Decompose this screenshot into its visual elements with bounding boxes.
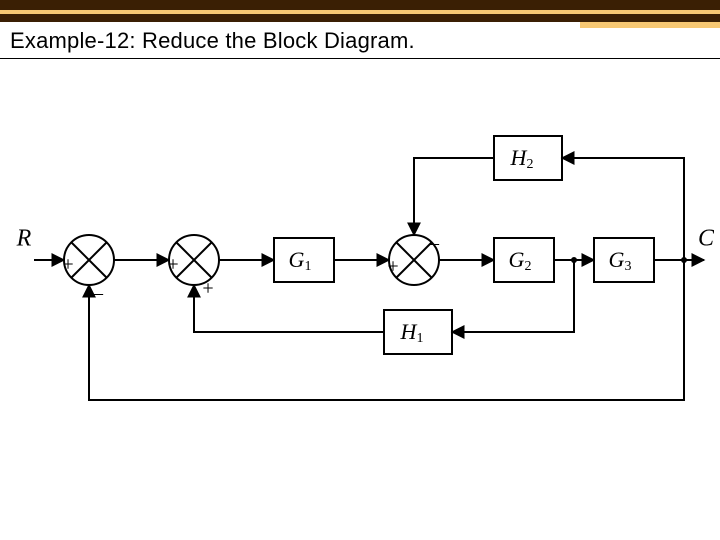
input-label: R xyxy=(16,226,32,252)
block-h1: H1 xyxy=(384,310,452,354)
block-g3: G3 xyxy=(594,238,654,282)
decor-bar-1 xyxy=(0,0,720,10)
block-g2: G2 xyxy=(494,238,554,282)
s1-plus: + xyxy=(62,254,73,276)
s2-plus: + xyxy=(167,254,178,276)
decor-bar-4 xyxy=(580,22,720,28)
decor-bar-3 xyxy=(0,14,720,22)
title-underline xyxy=(0,58,720,59)
s2-plus-bottom: + xyxy=(202,278,213,300)
block-diagram: R + _ + + G1 + _ G2 xyxy=(0,100,714,420)
s3-minus: _ xyxy=(428,226,440,248)
s3-plus: + xyxy=(387,256,398,278)
s1-minus: _ xyxy=(92,276,104,298)
block-h2: H2 xyxy=(494,136,562,180)
page-title: Example-12: Reduce the Block Diagram. xyxy=(10,28,415,54)
block-g1: G1 xyxy=(274,238,334,282)
output-label: C xyxy=(698,226,714,252)
